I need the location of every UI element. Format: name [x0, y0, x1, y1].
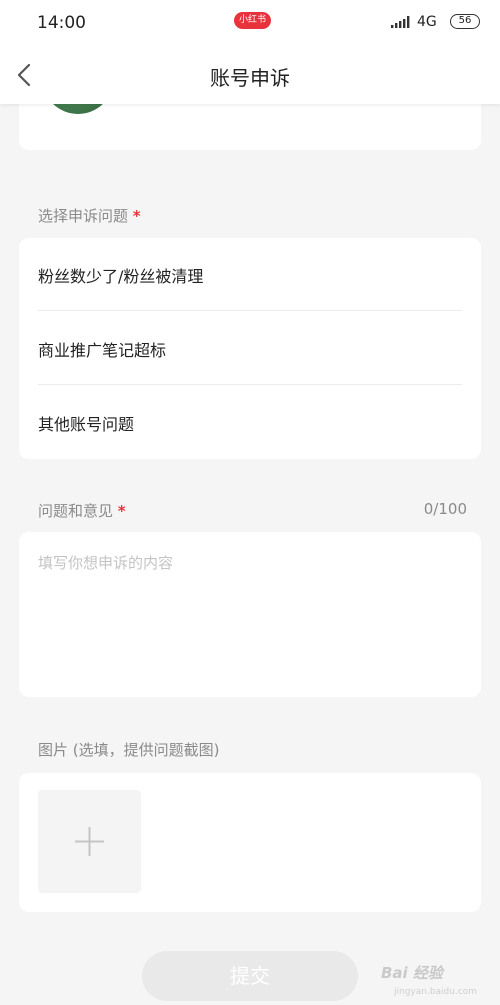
issue-option-label: 粉丝数少了/粉丝被清理 [38, 267, 204, 286]
appeal-page: 14:00 小红书 4G 56 账号申诉 选择申诉问题 * 粉丝数少了/粉丝被清… [0, 0, 500, 1005]
avatar [42, 104, 114, 114]
issue-option-other[interactable]: 其他账号问题 [38, 386, 462, 459]
watermark-url: jingyan.baidu.com [394, 987, 478, 997]
app-badge: 小红书 [234, 12, 272, 29]
divider [38, 384, 462, 385]
feedback-section-label-text: 问题和意见 [38, 502, 114, 520]
signal-icon [391, 16, 410, 28]
issue-option-label: 商业推广笔记超标 [38, 341, 167, 360]
issue-section-label-text: 选择申诉问题 [38, 207, 129, 225]
add-image-button[interactable] [38, 790, 141, 893]
feedback-card [19, 532, 481, 697]
image-section-label: 图片 (选填，提供问题截图) [38, 741, 220, 759]
plus-icon [75, 827, 104, 856]
feedback-section-label: 问题和意见 * [38, 500, 126, 521]
required-mark: * [132, 207, 141, 225]
status-bar: 14:00 小红书 4G 56 [0, 0, 500, 46]
divider [38, 310, 462, 311]
image-upload-card [19, 773, 481, 912]
watermark-logo: Bai 经验 [381, 964, 443, 982]
issue-option-promotion[interactable]: 商业推广笔记超标 [38, 312, 462, 385]
submit-button[interactable]: 提交 [142, 951, 358, 1001]
character-counter: 0/100 [423, 500, 467, 518]
nav-bar: 账号申诉 [0, 46, 500, 104]
issue-options-card: 粉丝数少了/粉丝被清理 商业推广笔记超标 其他账号问题 [19, 238, 481, 459]
page-title: 账号申诉 [210, 66, 290, 90]
issue-section-label: 选择申诉问题 * [38, 205, 141, 226]
feedback-textarea[interactable] [19, 532, 481, 697]
issue-option-fans[interactable]: 粉丝数少了/粉丝被清理 [38, 238, 462, 311]
profile-card [19, 104, 481, 150]
issue-option-label: 其他账号问题 [38, 415, 135, 434]
battery-icon: 56 [450, 14, 480, 29]
status-time: 14:00 [37, 13, 86, 33]
network-label: 4G [417, 14, 437, 30]
required-mark: * [117, 502, 126, 520]
